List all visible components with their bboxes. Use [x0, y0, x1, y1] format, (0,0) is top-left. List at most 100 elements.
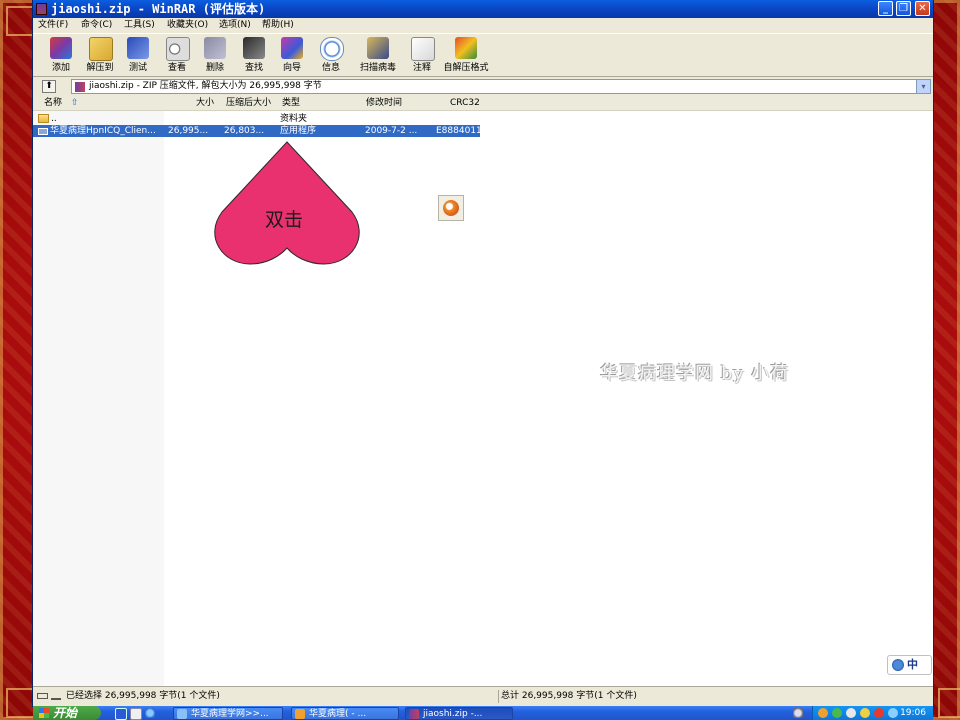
menu-commands[interactable]: 命令(C) [81, 19, 112, 32]
heart-callout [214, 141, 360, 265]
qq-desktop-icon[interactable] [438, 195, 464, 221]
frame-corner-ornament [6, 688, 36, 718]
status-selection: 已经选择 26,995,998 字节(1 个文件) [36, 690, 496, 703]
restore-button[interactable]: ❐ [896, 1, 911, 16]
sfx-button[interactable]: 自解压格式 [443, 36, 489, 76]
find-button[interactable]: 查找 [240, 36, 268, 76]
test-button[interactable]: 测试 [124, 36, 152, 76]
add-archive-icon [50, 37, 72, 59]
heart-callout-shape [214, 141, 360, 265]
tray-app-icon[interactable] [832, 708, 842, 718]
status-total: 总计 26,995,998 字节(1 个文件) [498, 690, 929, 703]
file-list: 名称 ⇧ 大小 压缩后大小 类型 修改时间 CRC32 .. 资料夹 华夏病理H… [33, 97, 933, 686]
chevron-down-icon[interactable]: ▾ [916, 80, 930, 93]
file-modified: 2009-7-2 ... [365, 126, 418, 136]
menu-bar: 文件(F) 命令(C) 工具(S) 收藏夹(O) 选项(N) 帮助(H) [33, 18, 933, 33]
up-folder-button[interactable]: ⬆ [42, 80, 56, 93]
column-packed-size[interactable]: 压缩后大小 [226, 97, 271, 110]
virus-scan-label: 扫描病毒 [359, 63, 396, 73]
volume-icon[interactable] [846, 708, 856, 718]
test-icon [127, 37, 149, 59]
file-name: .. [51, 114, 57, 124]
address-bar: ⬆ jiaoshi.zip - ZIP 压缩文件, 解包大小为 26,995,9… [33, 78, 933, 96]
winrar-app-icon[interactable] [36, 3, 47, 15]
column-crc32[interactable]: CRC32 [450, 97, 480, 110]
menu-file[interactable]: 文件(F) [38, 19, 68, 32]
delete-button[interactable]: 删除 [201, 36, 229, 76]
file-name: 华夏病理HpnICQ_Clien... [50, 126, 156, 136]
status-selected-text: 已经选择 26,995,998 字节(1 个文件) [66, 691, 220, 701]
ie-browser-icon[interactable] [145, 708, 155, 718]
column-modified[interactable]: 修改时间 [366, 97, 402, 110]
taskbar-clock[interactable]: 19:06 [900, 706, 926, 720]
tray-app-icon[interactable] [888, 708, 898, 718]
column-size[interactable]: 大小 [196, 97, 214, 110]
window-title: jiaoshi.zip - WinRAR (评估版本) [51, 2, 266, 16]
file-packed-size: 26,803... [224, 126, 265, 136]
virus-scan-icon [367, 37, 389, 59]
list-item-selected-file[interactable]: 华夏病理HpnICQ_Clien... 26,995... 26,803... … [33, 125, 482, 137]
add-button[interactable]: 添加 [47, 36, 75, 76]
system-tray: 19:06 [812, 706, 933, 720]
wizard-icon [281, 37, 303, 59]
view-button[interactable]: 查看 [163, 36, 191, 76]
quick-launch-icon[interactable] [115, 708, 127, 720]
antivirus-icon[interactable] [874, 708, 884, 718]
delete-icon [204, 37, 226, 59]
virus-scan-button[interactable]: 扫描病毒 [360, 36, 396, 76]
info-button[interactable]: 信息 [317, 36, 345, 76]
qq-logo-icon [443, 200, 459, 216]
menu-favorites[interactable]: 收藏夹(O) [167, 19, 208, 32]
status-total-text: 总计 26,995,998 字节(1 个文件) [501, 691, 637, 701]
menu-options[interactable]: 选项(N) [219, 19, 251, 32]
column-header: 名称 ⇧ 大小 压缩后大小 类型 修改时间 CRC32 [33, 97, 933, 111]
folder-icon [38, 114, 49, 123]
file-type: 资料夹 [280, 114, 308, 124]
menu-tools[interactable]: 工具(S) [124, 19, 155, 32]
title-bar[interactable]: jiaoshi.zip - WinRAR (评估版本) _ ❐ ✕ [33, 0, 933, 18]
info-label: 信息 [321, 63, 340, 73]
minimize-button[interactable]: _ [878, 1, 893, 16]
list-item-parent-folder[interactable]: .. 资料夹 [33, 113, 480, 125]
comment-button[interactable]: 注释 [408, 36, 436, 76]
column-name[interactable]: 名称 [44, 97, 62, 110]
taskbar-item-winrar[interactable]: jiaoshi.zip -... [405, 707, 513, 720]
zip-archive-icon [75, 82, 85, 92]
network-icon[interactable] [793, 708, 803, 718]
qq-tray-icon[interactable] [818, 708, 828, 718]
taskbar-item-website[interactable]: 华夏病理学网>>... [173, 707, 283, 720]
taskbar: 开始 华夏病理学网>>... 华夏病理( - ... jiaoshi.zip -… [33, 706, 933, 720]
winrar-window: jiaoshi.zip - WinRAR (评估版本) _ ❐ ✕ 文件(F) … [33, 0, 933, 706]
menu-help[interactable]: 帮助(H) [262, 19, 294, 32]
browser-window-icon [177, 709, 187, 719]
frame-corner-ornament [6, 6, 36, 36]
archive-path-field[interactable]: jiaoshi.zip - ZIP 压缩文件, 解包大小为 26,995,998… [71, 79, 931, 94]
extract-to-button[interactable]: 解压到 [86, 36, 114, 76]
chat-window-icon [295, 709, 305, 719]
taskbar-item-label: 华夏病理( - ... [309, 709, 367, 719]
column-type[interactable]: 类型 [282, 97, 300, 110]
sfx-label: 自解压格式 [443, 63, 489, 73]
double-click-label: 双击 [265, 209, 304, 231]
show-desktop-icon[interactable] [130, 708, 142, 720]
ime-logo-icon [892, 659, 904, 671]
name-column-shade [33, 111, 164, 686]
comment-label: 注释 [412, 63, 431, 73]
ime-indicator[interactable]: 中 [887, 655, 932, 675]
wizard-button[interactable]: 向导 [278, 36, 306, 76]
sort-ascending-icon[interactable]: ⇧ [71, 97, 79, 110]
archive-info-text: jiaoshi.zip - ZIP 压缩文件, 解包大小为 26,995,998… [89, 81, 322, 91]
tray-app-icon[interactable] [860, 708, 870, 718]
winrar-app-icon [409, 709, 419, 719]
taskbar-item-chat[interactable]: 华夏病理( - ... [291, 707, 399, 720]
watermark-text: 华夏病理学网 by 小荷 [600, 363, 790, 384]
file-crc32: E8884011 [436, 126, 482, 136]
start-button[interactable]: 开始 [33, 706, 101, 720]
sfx-icon [455, 37, 477, 59]
extract-to-icon [89, 37, 113, 61]
comment-icon [411, 37, 435, 61]
toolbar: 添加 解压到 测试 查看 删除 查找 向导 信息 扫描病毒 注释 自解压格式 [33, 33, 933, 77]
status-bar: 已经选择 26,995,998 字节(1 个文件) 总计 26,995,998 … [33, 686, 933, 706]
taskbar-item-label: 华夏病理学网>>... [191, 709, 269, 719]
close-button[interactable]: ✕ [915, 1, 930, 16]
